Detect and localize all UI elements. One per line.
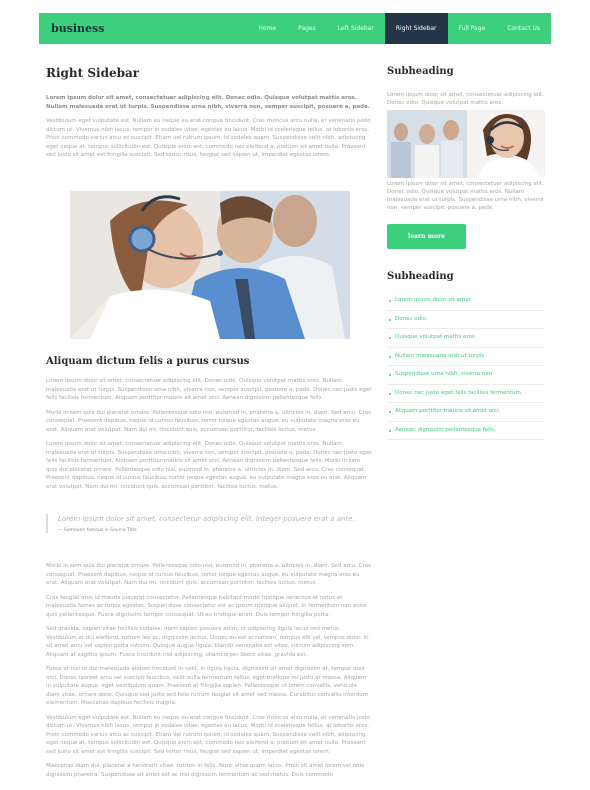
- sidebar-link-label: Suspendisse urna nibh, viverra non: [395, 371, 493, 377]
- learn-more-button[interactable]: learn more: [387, 224, 466, 249]
- sidebar-image: [387, 110, 545, 178]
- nav-item-contact-us[interactable]: Contact Us: [496, 13, 551, 44]
- bullet-icon: [389, 374, 391, 376]
- section-paragraph-1: Lorem ipsum dolor sit amet, consectetuer…: [46, 378, 372, 401]
- bullet-icon: [389, 318, 391, 321]
- sidebar-link[interactable]: Aenean dignissim pellentesque felis.: [387, 422, 545, 440]
- body-paragraph-4: Fusce et nisi ut dui malesuada aliquet t…: [46, 666, 369, 706]
- lead-paragraph: Lorem ipsum dolor sit amet, consectetuer…: [46, 95, 370, 110]
- section-paragraph-3: Lorem ipsum dolor sit amet, consectetuer…: [46, 441, 372, 490]
- section-paragraph-2: Morbi in sem quis dui placerat ornare. P…: [46, 409, 371, 433]
- article-continued: Morbi in sem quis dui placerat ornare. P…: [46, 556, 372, 779]
- bullet-icon: [389, 300, 391, 302]
- sidebar-link-list: Lorem ipsum dolor sit amet Donec odio. Q…: [387, 292, 545, 440]
- support-agent-photo: [387, 110, 545, 178]
- sidebar-link-label: Aenean dignissim pellentesque felis.: [395, 426, 496, 433]
- top-navbar: business Home Pages Left Sidebar Right S…: [39, 13, 551, 44]
- sidebar-link-label: Nullam malesuada erat ut turpis.: [395, 352, 486, 359]
- sidebar-link-label: Donec odio.: [395, 315, 428, 322]
- quote-text: Lorem ipsum dolor sit amet, consectetur …: [58, 515, 355, 523]
- sidebar-heading-1: Subheading: [387, 66, 454, 77]
- body-paragraph-3: Sed gravida, sapien vitae facilisis soda…: [46, 626, 369, 658]
- sidebar-link[interactable]: Donec odio.: [387, 311, 545, 329]
- body-paragraph-2: Cras feugiat eros id mauris placerat con…: [46, 594, 367, 618]
- body-paragraph-1: Morbi in sem quis dui placerat ornare. P…: [46, 563, 371, 586]
- nav-item-full-page[interactable]: Full Page: [448, 13, 497, 44]
- nav-item-left-sidebar[interactable]: Left Sidebar: [327, 13, 385, 44]
- sidebar-link[interactable]: Donec nec justo eget felis facilisis fer…: [387, 385, 545, 403]
- hero-image: [70, 191, 350, 339]
- body-paragraph-5: Vestibulum eget vulputate est. Nullam eu…: [46, 714, 371, 755]
- blockquote: Lorem ipsum dolor sit amet, consectetur …: [46, 514, 372, 533]
- sidebar-heading-2: Subheading: [387, 271, 454, 282]
- page-title: Right Sidebar: [46, 66, 140, 80]
- sidebar-text-1: Lorem ipsum dolor sit amet, consectetuer…: [387, 92, 544, 106]
- sidebar-link[interactable]: Nullam malesuada erat ut turpis.: [387, 348, 545, 366]
- nav-item-home[interactable]: Home: [247, 13, 287, 44]
- bullet-icon: [389, 337, 391, 339]
- sidebar-link[interactable]: Quisque volutpat mattis eros.: [387, 329, 545, 348]
- article-section: Aliquam dictum felis a purus cursus Lore…: [46, 356, 372, 491]
- quote-source: — Someone famous in Source Title: [58, 528, 137, 533]
- sidebar-text-2: Lorem ipsum dolor sit amet, consectetuer…: [387, 181, 544, 211]
- intro-paragraph: Vestibulum eget vulputate est. Nullam eu…: [46, 118, 371, 158]
- sidebar-link-label: Donec nec justo eget felis facilisis fer…: [395, 389, 523, 396]
- main-nav: Home Pages Left Sidebar Right Sidebar Fu…: [247, 13, 551, 44]
- body-paragraph-6: Maecenas diam dui, placerat a hendrerit …: [46, 763, 365, 778]
- bullet-icon: [389, 429, 391, 432]
- section-title: Aliquam dictum felis a purus cursus: [46, 356, 250, 367]
- nav-item-pages[interactable]: Pages: [287, 13, 327, 44]
- brand-logo[interactable]: business: [51, 13, 104, 44]
- sidebar-link-label: Quisque volutpat mattis eros.: [395, 334, 477, 340]
- bullet-icon: [389, 411, 391, 413]
- right-sidebar: Subheading Lorem ipsum dolor sit amet, c…: [387, 66, 545, 440]
- bullet-icon: [389, 392, 391, 395]
- sidebar-link-label: Aliquam porttitor mauris sit amet orci.: [395, 408, 501, 414]
- sidebar-link[interactable]: Aliquam porttitor mauris sit amet orci.: [387, 403, 545, 422]
- call-center-photo: [70, 191, 350, 339]
- bullet-icon: [389, 355, 391, 358]
- main-content: Right Sidebar Lorem ipsum dolor sit amet…: [46, 66, 372, 160]
- nav-item-right-sidebar[interactable]: Right Sidebar: [384, 13, 448, 44]
- sidebar-link[interactable]: Suspendisse urna nibh, viverra non: [387, 366, 545, 385]
- sidebar-link-label: Lorem ipsum dolor sit amet: [395, 297, 471, 303]
- sidebar-link[interactable]: Lorem ipsum dolor sit amet: [387, 292, 545, 311]
